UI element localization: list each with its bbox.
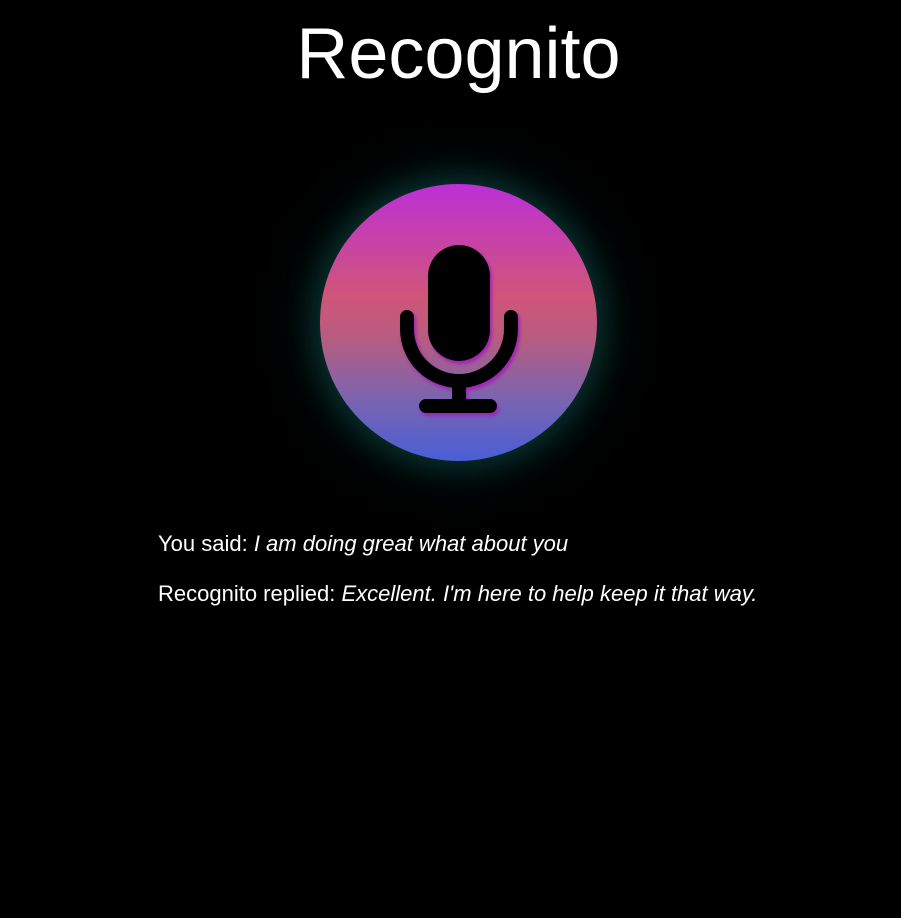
conversation-panel: You said: I am doing great what about yo… bbox=[158, 530, 778, 630]
microphone-icon bbox=[400, 245, 518, 413]
reply-label: Recognito replied: bbox=[158, 581, 342, 606]
user-utterance: You said: I am doing great what about yo… bbox=[158, 530, 778, 558]
user-text: I am doing great what about you bbox=[253, 531, 569, 556]
user-label: You said: bbox=[158, 531, 254, 556]
microphone-button[interactable] bbox=[320, 184, 597, 461]
assistant-reply: Recognito replied: Excellent. I'm here t… bbox=[158, 580, 778, 608]
app-title: Recognito bbox=[296, 14, 621, 94]
reply-text: Excellent. I'm here to help keep it that… bbox=[341, 581, 758, 606]
app-page: Recognito You said: I am doing great wha… bbox=[0, 0, 901, 918]
